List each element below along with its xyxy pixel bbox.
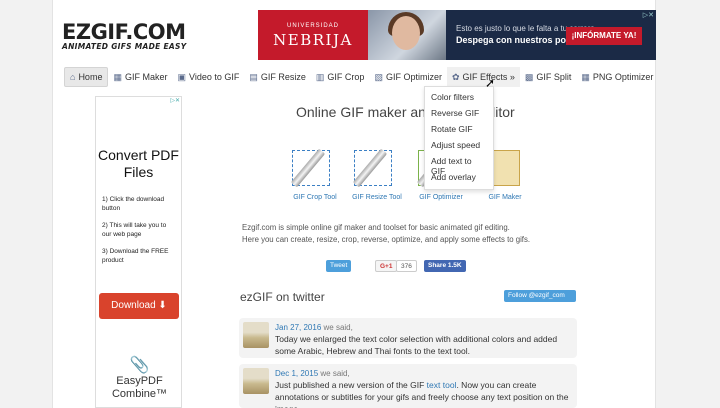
nav-video-to-gif[interactable]: ▣ Video to GIF [172, 67, 244, 87]
resize-tool-icon [352, 146, 402, 190]
twitter-follow-button[interactable]: Follow @ezgif_com [504, 290, 576, 302]
tweet-item: Jan 27, 2016 we said, Today we enlarged … [239, 318, 577, 358]
nav-crop-label: GIF Crop [327, 72, 365, 82]
ad-cta-button[interactable]: ¡INFÓRMATE YA! [566, 27, 642, 45]
tool-resize-label: GIF Resize Tool [352, 194, 402, 201]
ad-photo-face [392, 16, 420, 50]
google-plus-button[interactable]: G+1 [375, 260, 398, 272]
tweet-text: Just published a new version of the GIF … [275, 379, 571, 408]
side-ad-close-icon[interactable]: ▷✕ [170, 97, 180, 104]
nav-gif-optimizer[interactable]: ▧ GIF Optimizer [369, 67, 447, 87]
tweet-item: Dec 1, 2015 we said, Just published a ne… [239, 364, 577, 408]
effects-icon: ✿ [451, 71, 460, 82]
tweet-meta: Jan 27, 2016 we said, [275, 322, 571, 333]
tweet-date[interactable]: Jan 27, 2016 [275, 323, 321, 332]
nav-gif-crop[interactable]: ▥ GIF Crop [311, 67, 370, 87]
nav-optimizer-label: GIF Optimizer [385, 72, 442, 82]
tweet-text-part: Just published a new version of the GIF [275, 380, 427, 390]
ad-photo [368, 10, 446, 60]
side-ad-step: 1) Click the download button [102, 196, 165, 212]
nav-home-label: Home [78, 72, 103, 82]
tool-optimizer-label: GIF Optimizer [419, 194, 463, 201]
nav-png-optimizer[interactable]: ▦ PNG Optimizer [576, 67, 658, 87]
nav-home[interactable]: ⌂ Home [64, 67, 109, 87]
main-nav: ⌂ Home ▦ GIF Maker ▣ Video to GIF ▤ GIF Resi… [64, 67, 656, 87]
split-icon: ▩ [524, 71, 534, 82]
google-plus-count: 376 [396, 260, 417, 272]
side-ad-step: 2) This will take you to our web page [102, 222, 167, 238]
ad-university-small: UNIVERSIDAD [286, 23, 339, 29]
twitter-heading: ezGIF on twitter [240, 290, 325, 304]
video-icon: ▣ [177, 71, 186, 82]
tool-crop-label: GIF Crop Tool [293, 194, 337, 201]
facebook-share-button[interactable]: Share 1.5K [424, 260, 466, 272]
description-line-2: Here you can create, resize, crop, rever… [242, 235, 531, 244]
nav-video-label: Video to GIF [189, 72, 240, 82]
menu-item-add-text[interactable]: Add text to GIF [425, 153, 493, 176]
nav-gif-effects[interactable]: ✿ GIF Effects » [446, 67, 520, 87]
logo-text: EZGIF.COM [62, 20, 186, 44]
side-ad[interactable]: ▷✕ Convert PDF Files 1) Click the downlo… [95, 96, 182, 408]
gif-maker-icon: ▦ [113, 71, 122, 82]
side-ad-brand-name: EasyPDF Combine™ [111, 375, 168, 400]
text-tool-link[interactable]: text tool [427, 380, 457, 390]
nav-gif-resize[interactable]: ▤ GIF Resize [244, 67, 311, 87]
tweet-text: Today we enlarged the text color selecti… [275, 334, 558, 356]
crop-icon: ▥ [315, 71, 325, 82]
menu-item-adjust-speed[interactable]: Adjust speed [425, 137, 493, 153]
side-ad-download-button[interactable]: Download ⬇ [99, 293, 179, 319]
menu-item-color-filters[interactable]: Color filters [425, 89, 493, 105]
tool-crop[interactable]: GIF Crop Tool [280, 146, 350, 201]
resize-icon: ▤ [249, 71, 258, 82]
site-logo[interactable]: EZGIF.COM ANIMATED GIFS MADE EASY [62, 20, 187, 52]
nav-gif-maker[interactable]: ▦ GIF Maker [108, 67, 172, 87]
ad-close-icon[interactable]: ▷✕ [643, 11, 654, 19]
side-ad-step: 3) Download the FREE product [102, 248, 169, 264]
tweet-date[interactable]: Dec 1, 2015 [275, 369, 318, 378]
home-icon: ⌂ [70, 72, 76, 82]
nav-split-label: GIF Split [536, 72, 572, 82]
menu-item-add-overlay[interactable]: Add overlay [425, 169, 493, 185]
avatar [243, 368, 269, 394]
tweet-said: we said, [323, 323, 353, 332]
description-line-1: Ezgif.com is simple online gif maker and… [242, 223, 510, 232]
top-ad-banner[interactable]: UNIVERSIDAD NEBRIJA Esto es justo lo que… [258, 10, 656, 60]
tweet-meta: Dec 1, 2015 we said, [275, 368, 571, 379]
crop-tool-icon [290, 146, 340, 190]
avatar [243, 322, 269, 348]
side-ad-steps: 1) Click the download button 2) This wil… [96, 195, 181, 265]
side-ad-brand: 📎 EasyPDF Combine™ [96, 355, 183, 401]
side-ad-heading: Convert PDF Files [98, 147, 179, 180]
nav-resize-label: GIF Resize [260, 72, 306, 82]
nav-gif-maker-label: GIF Maker [124, 72, 168, 82]
tool-resize[interactable]: GIF Resize Tool [342, 146, 412, 201]
ad-university-logo: UNIVERSIDAD NEBRIJA [258, 10, 368, 60]
menu-item-reverse-gif[interactable]: Reverse GIF [425, 105, 493, 121]
tool-maker-label: GIF Maker [488, 194, 522, 201]
site-description: Ezgif.com is simple online gif maker and… [242, 222, 530, 246]
ad-university-name: NEBRIJA [273, 31, 353, 49]
png-icon: ▦ [581, 71, 590, 82]
nav-gif-split[interactable]: ▩ GIF Split [520, 67, 577, 87]
logo-tagline: ANIMATED GIFS MADE EASY [62, 42, 187, 51]
menu-item-rotate-gif[interactable]: Rotate GIF [425, 121, 493, 137]
tweet-said: we said, [320, 369, 350, 378]
mouse-cursor-icon: ➚ [485, 76, 496, 90]
paperclip-icon: 📎 [129, 357, 150, 374]
tweet-button[interactable]: Tweet [326, 260, 352, 272]
nav-png-label: PNG Optimizer [592, 72, 654, 82]
optimizer-icon: ▧ [374, 71, 383, 82]
effects-dropdown-menu: Color filters Reverse GIF Rotate GIF Adj… [424, 86, 494, 190]
